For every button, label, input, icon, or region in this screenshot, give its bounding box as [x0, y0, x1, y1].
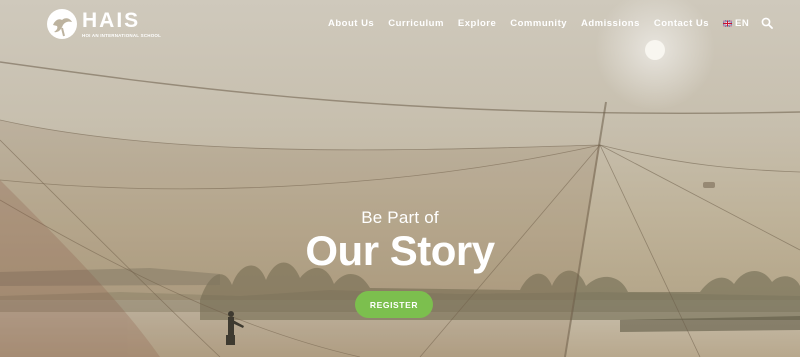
hero-section: HAIS HOI AN INTERNATIONAL SCHOOL About U…	[0, 0, 800, 357]
nav-contact-us[interactable]: Contact Us	[654, 18, 709, 29]
nav-curriculum[interactable]: Curriculum	[388, 18, 444, 29]
logo-wordmark: HAIS	[82, 8, 141, 32]
hero-tagline: Be Part of	[361, 208, 439, 227]
language-label: EN	[735, 17, 750, 29]
search-icon[interactable]	[761, 17, 774, 29]
site-header: HAIS HOI AN INTERNATIONAL SCHOOL About U…	[0, 0, 800, 48]
language-switcher[interactable]: EN	[723, 18, 749, 29]
logo-emblem-icon	[47, 9, 77, 39]
site-logo[interactable]: HAIS HOI AN INTERNATIONAL SCHOOL	[46, 8, 161, 40]
nav-about-us[interactable]: About Us	[328, 18, 374, 29]
hero-headline: Our Story	[305, 227, 495, 274]
main-nav: About Us Curriculum Explore Community Ad…	[328, 17, 774, 29]
nav-explore[interactable]: Explore	[458, 18, 496, 29]
register-button[interactable]: REGISTER	[355, 291, 433, 318]
nav-admissions[interactable]: Admissions	[581, 18, 640, 29]
nav-community[interactable]: Community	[510, 18, 567, 29]
uk-flag-icon	[723, 19, 733, 27]
logo-subtitle: HOI AN INTERNATIONAL SCHOOL	[82, 32, 162, 38]
